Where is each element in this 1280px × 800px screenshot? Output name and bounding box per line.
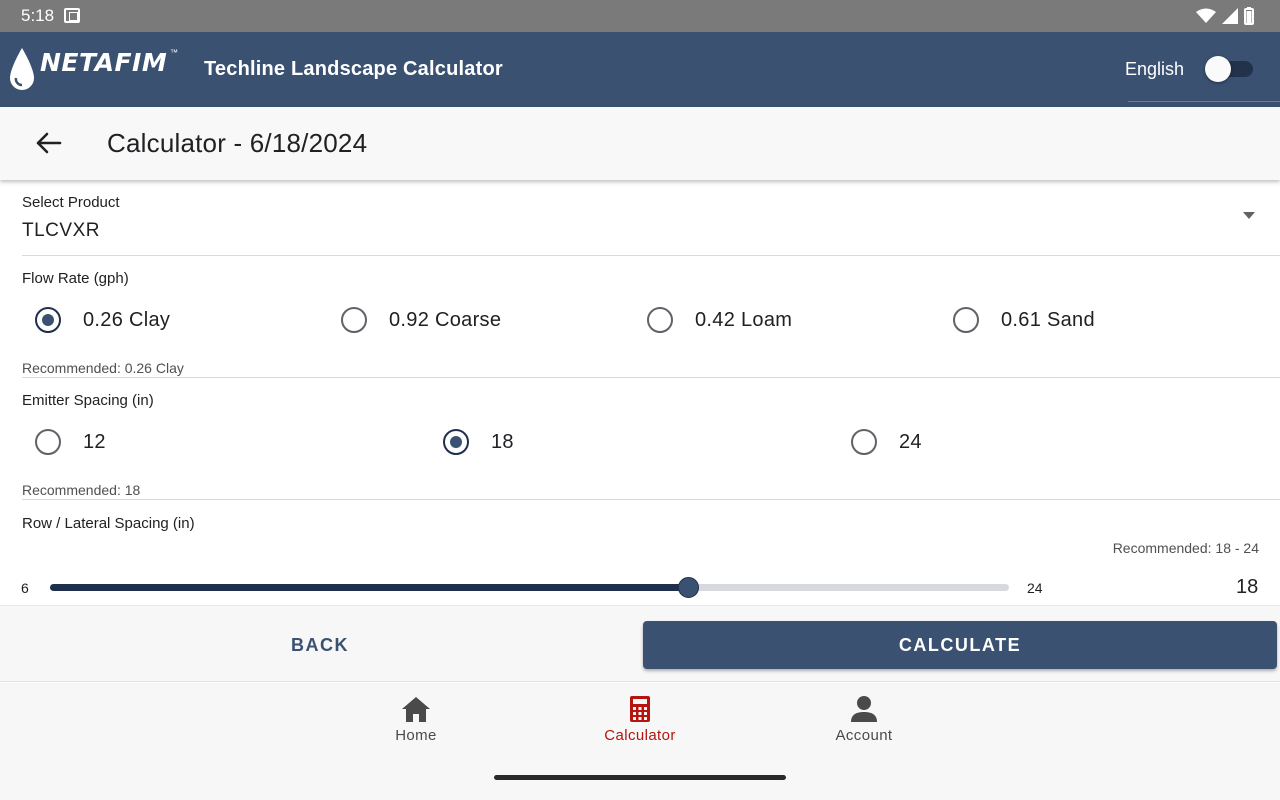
nav-label-account: Account <box>835 727 893 744</box>
screenshot-notification-icon <box>64 8 80 23</box>
nav-item-home[interactable]: Home <box>346 695 486 744</box>
appbar-divider <box>1128 101 1280 102</box>
flow-rate-label: Flow Rate (gph) <box>22 270 129 287</box>
language-label: English <box>1125 59 1185 79</box>
emitter-spacing-option-18[interactable]: 18 <box>443 429 514 455</box>
radio-checked-icon <box>443 429 469 455</box>
divider <box>22 499 1280 500</box>
divider <box>22 377 1280 378</box>
flow-rate-option-sand[interactable]: 0.61 Sand <box>953 307 1095 333</box>
page-header: Calculator - 6/18/2024 <box>0 107 1280 180</box>
back-button[interactable]: BACK <box>0 621 640 669</box>
calculate-button[interactable]: CALCULATE <box>643 621 1277 669</box>
nav-item-account[interactable]: Account <box>794 695 934 744</box>
radio-label: 24 <box>899 430 922 453</box>
gesture-navigation-bar[interactable] <box>494 775 786 780</box>
emitter-spacing-recommendation: Recommended: 18 <box>22 482 141 498</box>
nav-label-home: Home <box>395 727 437 744</box>
row-spacing-value: 18 <box>1236 576 1259 598</box>
slider-min-label: 6 <box>21 580 29 596</box>
home-icon <box>402 697 430 722</box>
radio-unchecked-icon <box>341 307 367 333</box>
row-spacing-slider-fill <box>50 584 690 591</box>
emitter-spacing-option-24[interactable]: 24 <box>851 429 922 455</box>
app-title: Techline Landscape Calculator <box>204 58 503 80</box>
cell-signal-icon <box>1222 8 1238 24</box>
logo-wordmark: NETAFIM <box>40 48 168 77</box>
calculator-icon <box>630 696 650 722</box>
radio-label: 12 <box>83 430 106 453</box>
radio-label: 0.61 Sand <box>1001 308 1095 331</box>
back-arrow-icon[interactable] <box>34 131 62 155</box>
radio-label: 0.42 Loam <box>695 308 793 331</box>
logo-trademark: ™ <box>170 48 178 57</box>
radio-label: 18 <box>491 430 514 453</box>
emitter-spacing-option-12[interactable]: 12 <box>35 429 106 455</box>
radio-label: 0.92 Coarse <box>389 308 502 331</box>
row-spacing-slider-thumb[interactable] <box>678 577 700 598</box>
flow-rate-option-coarse[interactable]: 0.92 Coarse <box>341 307 501 333</box>
row-spacing-recommendation: Recommended: 18 - 24 <box>1112 540 1259 556</box>
product-select[interactable]: TLCVXR <box>22 220 100 242</box>
status-icons <box>1196 7 1254 25</box>
flow-rate-option-clay[interactable]: 0.26 Clay <box>35 307 170 333</box>
wifi-icon <box>1196 8 1216 23</box>
radio-label: 0.26 Clay <box>83 308 171 331</box>
radio-unchecked-icon <box>851 429 877 455</box>
flow-rate-recommendation: Recommended: 0.26 Clay <box>22 360 184 376</box>
row-spacing-label: Row / Lateral Spacing (in) <box>22 515 195 532</box>
nav-label-calculator: Calculator <box>604 727 676 744</box>
account-icon <box>851 696 877 722</box>
language-toggle[interactable] <box>1205 56 1253 82</box>
dropdown-caret-icon[interactable] <box>1243 212 1255 219</box>
product-label: Select Product <box>22 194 120 211</box>
slider-max-label: 24 <box>1027 580 1043 596</box>
battery-icon <box>1244 7 1254 25</box>
radio-unchecked-icon <box>35 429 61 455</box>
toggle-thumb <box>1205 56 1231 82</box>
divider <box>22 255 1280 256</box>
page-title: Calculator - 6/18/2024 <box>107 128 368 158</box>
emitter-spacing-label: Emitter Spacing (in) <box>22 392 154 409</box>
app-bar: NETAFIM ™ Techline Landscape Calculator … <box>0 32 1280 107</box>
action-bar: BACK CALCULATE <box>0 605 1280 682</box>
nav-item-calculator[interactable]: Calculator <box>570 695 710 744</box>
radio-unchecked-icon <box>953 307 979 333</box>
radio-unchecked-icon <box>647 307 673 333</box>
flow-rate-option-loam[interactable]: 0.42 Loam <box>647 307 792 333</box>
water-drop-icon <box>10 48 34 90</box>
netafim-logo: NETAFIM ™ <box>10 46 180 94</box>
radio-checked-icon <box>35 307 61 333</box>
status-time: 5:18 <box>21 6 55 25</box>
bottom-navigation: Home Calculator Account <box>0 683 1280 800</box>
status-bar: 5:18 <box>0 0 1280 32</box>
